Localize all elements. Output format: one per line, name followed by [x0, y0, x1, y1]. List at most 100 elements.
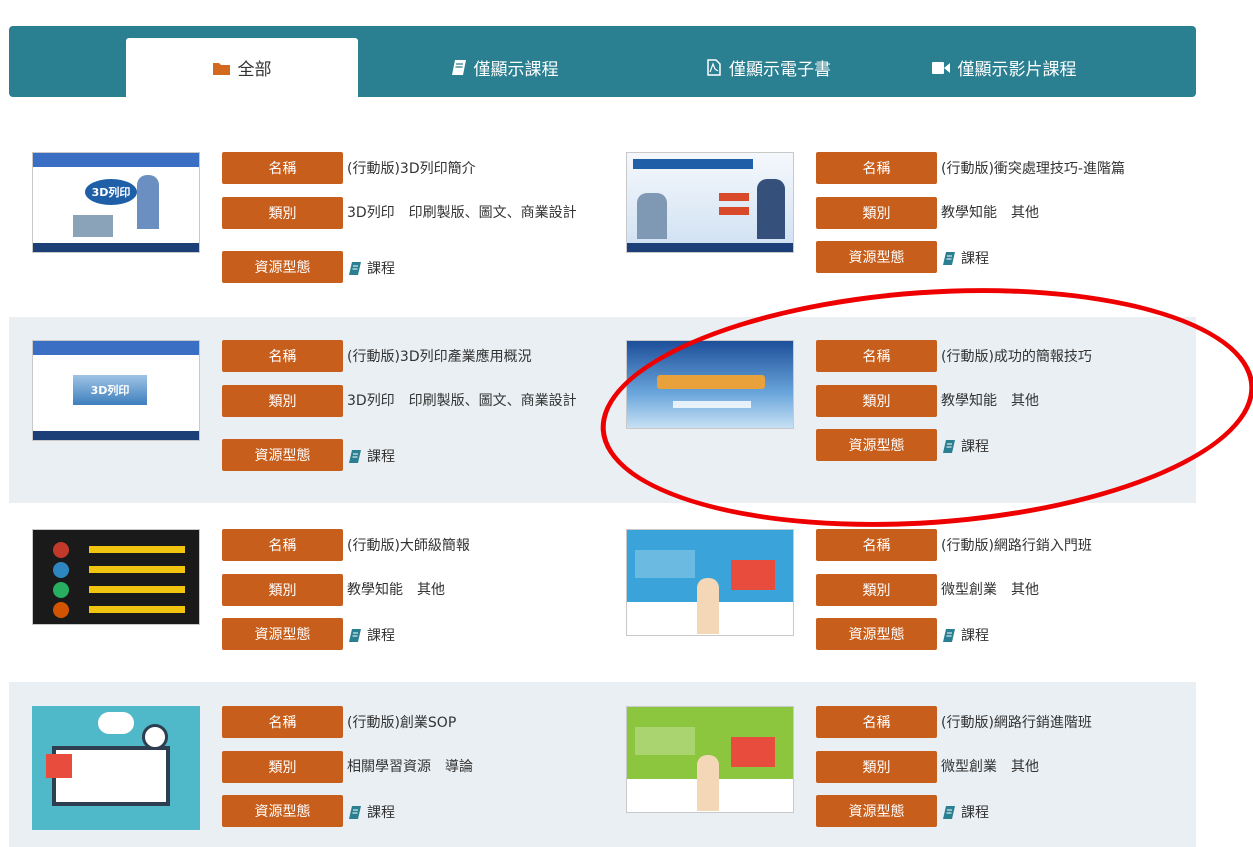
category-label: 類別 — [816, 197, 937, 229]
category-label: 類別 — [816, 385, 937, 417]
shop-illustration — [731, 560, 775, 590]
resource-type-label: 資源型態 — [816, 618, 937, 650]
name-label: 名稱 — [816, 529, 937, 561]
resource-type-text: 課程 — [961, 628, 989, 644]
category-label: 類別 — [222, 385, 343, 417]
course-category: 3D列印 印刷製版、圖文、商業設計 — [347, 393, 577, 409]
book-icon — [451, 60, 466, 75]
course-thumbnail[interactable] — [626, 529, 794, 636]
resource-type-value: 課程 — [943, 436, 989, 456]
course-name-link[interactable]: (行動版)網路行銷入門班 — [941, 535, 1177, 557]
resource-type-label: 資源型態 — [816, 241, 937, 273]
category-label: 類別 — [222, 751, 343, 783]
tab-courses-only[interactable]: 僅顯示課程 — [389, 38, 621, 97]
magnifier-illustration — [142, 724, 168, 750]
tab-videos-only[interactable]: 僅顯示影片課程 — [888, 38, 1120, 97]
resource-type-value: 課程 — [349, 625, 395, 645]
thumbnail-title — [635, 550, 695, 578]
resource-type-label: 資源型態 — [816, 429, 937, 461]
resource-type-text: 課程 — [961, 251, 989, 267]
course-thumbnail[interactable] — [626, 340, 794, 429]
course-category: 相關學習資源 導論 — [347, 759, 473, 775]
resource-type-value: 課程 — [943, 625, 989, 645]
category-label: 類別 — [222, 574, 343, 606]
course-card: 名稱 (行動版)網路行銷入門班 類別 微型創業 其他 資源型態 課程 — [603, 529, 1193, 659]
course-name-link[interactable]: (行動版)衝突處理技巧-進階篇 — [941, 158, 1177, 180]
thumbnail-header — [33, 341, 199, 355]
name-label: 名稱 — [222, 340, 343, 372]
slide-bullet — [719, 207, 749, 215]
book-icon — [943, 439, 955, 453]
book-icon — [349, 805, 361, 819]
name-label: 名稱 — [816, 152, 937, 184]
course-name-link[interactable]: (行動版)網路行銷進階班 — [941, 712, 1177, 734]
video-controls-bar — [627, 243, 793, 252]
pdf-file-icon — [707, 59, 721, 76]
slide-bar — [89, 546, 185, 553]
cartoon-figure — [757, 179, 785, 239]
course-thumbnail[interactable] — [32, 706, 200, 830]
video-card-illustration — [46, 754, 72, 778]
folder-icon — [212, 61, 230, 75]
course-category: 教學知能 其他 — [941, 205, 1039, 221]
name-label: 名稱 — [222, 152, 343, 184]
course-card: 名稱 (行動版)成功的簡報技巧 類別 教學知能 其他 資源型態 課程 — [603, 340, 1193, 470]
course-card: 名稱 (行動版)創業SOP 類別 相關學習資源 導論 資源型態 課程 — [9, 706, 599, 836]
course-card: 3D列印 名稱 (行動版)3D列印產業應用概況 類別 3D列印 印刷製版、圖文、… — [9, 340, 599, 471]
name-label: 名稱 — [222, 706, 343, 738]
video-camera-icon — [931, 61, 950, 74]
course-name-link[interactable]: (行動版)3D列印簡介 — [347, 158, 583, 180]
name-label: 名稱 — [816, 340, 937, 372]
thumbnail-header — [33, 153, 199, 167]
cloud-illustration — [98, 712, 134, 734]
course-category: 教學知能 其他 — [941, 393, 1039, 409]
slide-bullet — [719, 193, 749, 201]
course-thumbnail[interactable] — [32, 529, 200, 625]
course-thumbnail[interactable] — [626, 152, 794, 253]
tab-label: 僅顯示電子書 — [729, 60, 831, 80]
book-icon — [943, 805, 955, 819]
resource-type-value: 課程 — [349, 802, 395, 822]
tab-all[interactable]: 全部 — [126, 38, 358, 97]
thumbnail-title-banner — [657, 375, 765, 389]
course-name-link[interactable]: (行動版)成功的簡報技巧 — [941, 346, 1177, 368]
category-label: 類別 — [816, 751, 937, 783]
printer-image — [73, 215, 113, 237]
presenter-figure — [137, 175, 159, 229]
course-card: 名稱 (行動版)網路行銷進階班 類別 微型創業 其他 資源型態 課程 — [603, 706, 1193, 836]
presenter-figure — [697, 578, 719, 634]
resource-type-text: 課程 — [961, 439, 989, 455]
category-label: 類別 — [222, 197, 343, 229]
bullet-circle — [53, 582, 69, 598]
slide-bar — [89, 586, 185, 593]
thumbnail-subtitle — [673, 401, 751, 408]
tab-label: 全部 — [237, 60, 272, 80]
tab-ebooks-only[interactable]: 僅顯示電子書 — [653, 38, 885, 97]
resource-type-value: 課程 — [943, 802, 989, 822]
course-name-link[interactable]: (行動版)3D列印產業應用概況 — [347, 346, 583, 368]
thumbnail-title — [635, 727, 695, 755]
course-name-link[interactable]: (行動版)大師級簡報 — [347, 535, 583, 557]
bullet-circle — [53, 542, 69, 558]
resource-type-label: 資源型態 — [222, 251, 343, 283]
name-label: 名稱 — [222, 529, 343, 561]
book-icon — [943, 628, 955, 642]
resource-type-text: 課程 — [961, 805, 989, 821]
course-thumbnail[interactable]: 3D列印 — [32, 340, 200, 441]
course-thumbnail[interactable]: 3D列印 — [32, 152, 200, 253]
resource-type-text: 課程 — [367, 628, 395, 644]
course-category: 微型創業 其他 — [941, 582, 1039, 598]
resource-type-label: 資源型態 — [222, 795, 343, 827]
bullet-circle — [53, 602, 69, 618]
resource-type-text: 課程 — [367, 449, 395, 465]
resource-type-value: 課程 — [349, 446, 395, 466]
resource-type-label: 資源型態 — [222, 439, 343, 471]
book-icon — [943, 251, 955, 265]
tab-label: 僅顯示課程 — [473, 60, 559, 80]
course-name-link[interactable]: (行動版)創業SOP — [347, 712, 583, 734]
course-category: 3D列印 印刷製版、圖文、商業設計 — [347, 205, 577, 221]
resource-type-label: 資源型態 — [222, 618, 343, 650]
thumbnail-header — [633, 159, 753, 169]
course-thumbnail[interactable] — [626, 706, 794, 813]
resource-type-text: 課程 — [367, 805, 395, 821]
